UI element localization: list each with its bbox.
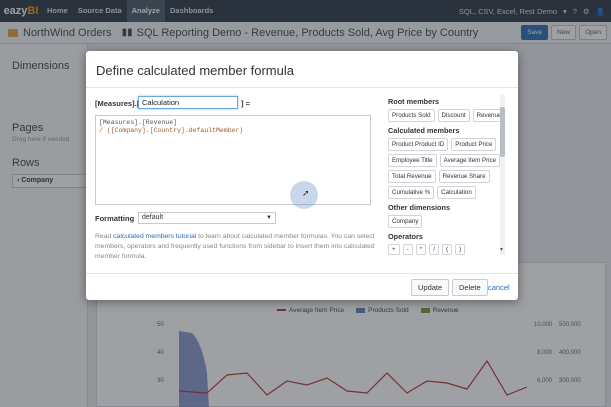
formula-editor[interactable]: [Measures].[Revenue] / ([Company].[Count…: [95, 115, 371, 205]
help-text-pre: Read: [95, 233, 114, 240]
calc-member-total-revenue[interactable]: Total Revenue: [388, 170, 436, 183]
root-member-products-sold[interactable]: Products Sold: [388, 109, 435, 122]
operator-close-paren[interactable]: ): [455, 244, 466, 255]
member-name-input[interactable]: [138, 96, 238, 109]
formula-line-2: / ([Company].[Country].defaultMember): [99, 127, 244, 134]
formatting-value: default: [142, 214, 164, 221]
formula-line-1: [Measures].[Revenue]: [99, 119, 178, 126]
formatting-label: Formatting: [95, 214, 135, 223]
operator-open-paren[interactable]: (: [442, 244, 453, 255]
measures-prefix-label: [Measures].[: [95, 99, 140, 108]
calc-member-employee-title[interactable]: Employee Title: [388, 154, 437, 167]
operators-heading: Operators: [388, 232, 423, 241]
calculated-members-heading: Calculated members: [388, 126, 460, 135]
mouse-pointer-icon: ➚: [302, 188, 310, 198]
cancel-link[interactable]: cancel: [488, 283, 510, 292]
dialog-title: Define calculated member formula: [96, 63, 294, 78]
other-dimensions-heading: Other dimensions: [388, 203, 451, 212]
member-sidebar: Root members Products Sold Discount Reve…: [386, 95, 508, 257]
calc-member-revenue-share[interactable]: Revenue Share: [438, 170, 490, 183]
scroll-down-icon[interactable]: ▼: [499, 247, 504, 253]
update-button[interactable]: Update: [411, 279, 450, 296]
chevron-down-icon: ▼: [266, 215, 272, 221]
operator-minus[interactable]: -: [402, 244, 413, 255]
delete-button[interactable]: Delete: [452, 279, 488, 296]
operator-divide[interactable]: /: [429, 244, 440, 255]
formatting-select[interactable]: default ▼: [138, 212, 276, 224]
sidebar-scroll-thumb[interactable]: [500, 107, 505, 157]
calc-member-product-price[interactable]: Product Price: [451, 138, 497, 151]
measures-suffix-label: ] =: [241, 99, 250, 108]
calc-member-calculation[interactable]: Calculation: [437, 186, 476, 199]
operator-multiply[interactable]: *: [415, 244, 427, 255]
calc-member-average-item-price[interactable]: Average Item Price: [439, 154, 501, 167]
footer-divider: [86, 273, 518, 274]
dialog-divider: [86, 87, 518, 88]
calc-member-product-product-id[interactable]: Product Product ID: [388, 138, 449, 151]
help-text: Read calculated members tutorial to lear…: [95, 232, 375, 262]
root-member-discount[interactable]: Discount: [437, 109, 470, 122]
calculated-member-dialog: Define calculated member formula [Measur…: [86, 51, 518, 300]
root-members-heading: Root members: [388, 97, 440, 106]
tutorial-link[interactable]: calculated members tutorial: [113, 233, 196, 240]
calc-member-cumulative-percent[interactable]: Cumulative %: [388, 186, 435, 199]
operator-plus[interactable]: +: [388, 244, 400, 255]
dimension-company[interactable]: Company: [388, 215, 423, 228]
